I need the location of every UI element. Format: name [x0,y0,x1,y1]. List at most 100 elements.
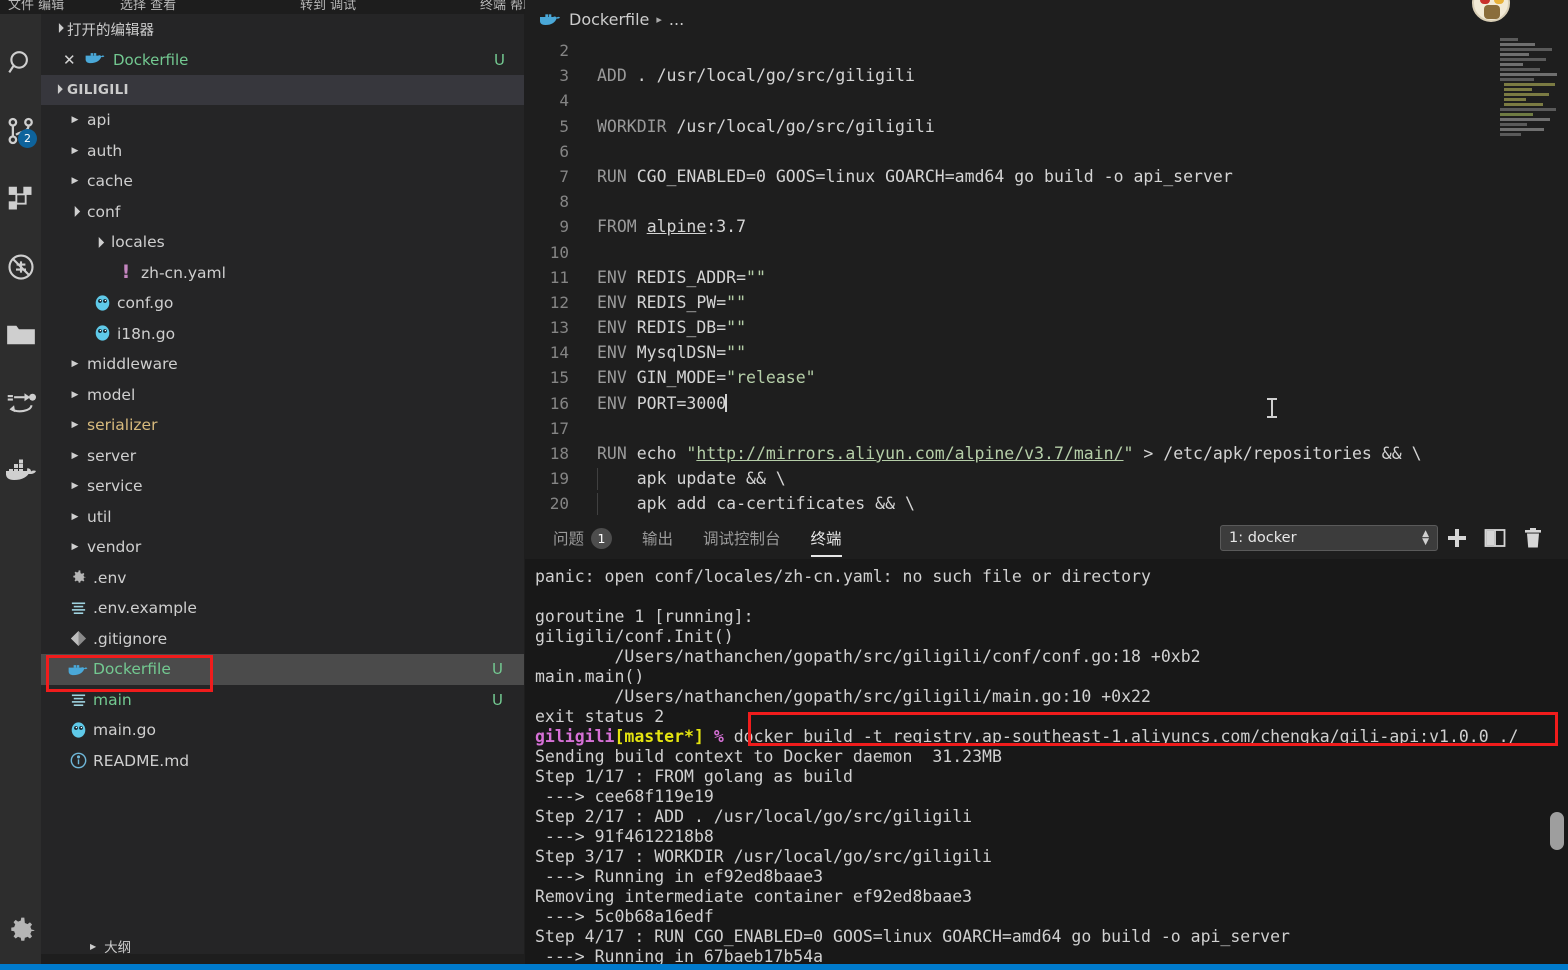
tree-item-vendor[interactable]: ▶ vendor [41,532,525,563]
chevron-right-icon[interactable]: ▶ [65,420,85,430]
minimap-line [1500,133,1521,136]
chevron-right-icon[interactable]: ▶ [65,451,85,461]
add-terminal-icon[interactable] [1438,517,1476,559]
menu-item-0[interactable]: 文件 编辑 [8,0,64,13]
activity-go-test-icon[interactable] [0,378,41,428]
breadcrumb-rest[interactable]: ... [669,10,684,29]
outline-section[interactable]: ▶ 大纲 [82,938,566,954]
code-line[interactable]: 16 ENV PORT=3000 [525,391,1568,416]
tree-item-locales[interactable]: ◢ locales [41,227,525,258]
chevron-right-icon[interactable]: ▶ [65,481,85,491]
code-line[interactable]: 6 [525,139,1568,164]
tree-item-label: util [87,507,112,526]
kill-terminal-icon[interactable] [1514,517,1552,559]
code-line[interactable]: 20 apk add ca-certificates && \ [525,491,1568,516]
tree-item-dockerfile[interactable]: Dockerfile U [41,654,525,685]
code-token: "" [746,267,766,287]
breadcrumb[interactable]: Dockerfile ▸ ... [525,0,1568,38]
code-line[interactable]: 8 [525,189,1568,214]
code-line[interactable]: 10 [525,240,1568,265]
chevron-down-icon[interactable]: ◢ [89,236,109,249]
tree-item-cache[interactable]: ▶ cache [41,166,525,197]
activity-search-icon[interactable] [0,38,41,88]
tree-item-env-example[interactable]: .env.example [41,593,525,624]
tree-item-util[interactable]: ▶ util [41,502,525,533]
tree-item-label: conf [87,202,121,221]
tree-item-label: .gitignore [93,629,168,648]
activity-gear-icon[interactable] [0,906,41,956]
chevron-right-icon[interactable]: ▶ [65,359,85,369]
code-line[interactable]: 4 [525,88,1568,113]
tree-item-middleware[interactable]: ▶ middleware [41,349,525,380]
chevron-down-icon[interactable]: ◢ [65,205,85,218]
tree-item-auth[interactable]: ▶ auth [41,136,525,167]
activity-docker-icon[interactable] [0,446,41,496]
tree-item-service[interactable]: ▶ service [41,471,525,502]
code-line[interactable]: 17 [525,416,1568,441]
code-token: GIN_MODE= [626,368,727,388]
code-line[interactable]: 13 ENV REDIS_DB="" [525,315,1568,340]
tree-item-model[interactable]: ▶ model [41,380,525,411]
activity-source-control-icon[interactable]: 2 [0,106,41,156]
breadcrumb-file[interactable]: Dockerfile [569,10,649,29]
code-token: alpine [646,217,707,237]
terminal-scrollbar[interactable] [1550,812,1564,850]
split-terminal-icon[interactable] [1476,517,1514,559]
activity-extensions-icon[interactable] [0,174,41,224]
tree-item-zh-cn-yaml[interactable]: ! zh-cn.yaml [41,258,525,289]
code-line[interactable]: 2 [525,38,1568,63]
opened-editor-item-dockerfile[interactable]: ✕ Dockerfile U [41,44,525,75]
tree-item-main[interactable]: main U [41,685,525,716]
close-icon[interactable]: ✕ [63,51,85,69]
opened-editor-label: Dockerfile [113,50,189,69]
chevron-right-icon[interactable]: ▶ [65,176,85,186]
tree-item-i18n-go[interactable]: i18n.go [41,319,525,350]
code-line[interactable]: 19 apk update && \ [525,466,1568,491]
code-token: ADD [597,66,627,86]
tree-item-main-go[interactable]: main.go [41,715,525,746]
tree-item-server[interactable]: ▶ server [41,441,525,472]
panel-tab-terminal[interactable]: 终端 [810,517,842,559]
chevron-right-icon[interactable]: ▶ [65,542,85,552]
terminal-selector-dropdown[interactable]: 1: docker ▲ ▼ [1220,525,1438,551]
code-line[interactable]: 18 RUN echo "http://mirrors.aliyun.com/al… [525,441,1568,466]
tree-item-gitignore[interactable]: .gitignore [41,624,525,655]
panel-tab-output[interactable]: 输出 [642,517,673,559]
menu-item-1[interactable]: 选择 查看 [120,0,176,13]
opened-editors-header[interactable]: 打开的编辑器 [41,14,525,44]
chevron-right-icon[interactable]: ▶ [65,512,85,522]
chevron-right-icon[interactable]: ▶ [65,390,85,400]
code-editor[interactable]: 2 3 ADD . /usr/local/go/src/giligili 4 5 WORK… [525,38,1568,517]
chevron-right-icon[interactable]: ▶ [65,146,85,156]
tree-item-api[interactable]: ▶ api [41,105,525,136]
tree-item-env[interactable]: .env [41,563,525,594]
chevron-right-icon[interactable]: ▶ [65,115,85,125]
activity-explorer-folder-icon[interactable] [0,310,41,360]
code-line[interactable]: 5 WORKDIR /usr/local/go/src/giligili [525,114,1568,139]
panel-tab-problems[interactable]: 问题 1 [553,517,613,559]
terminal-token: Step 3/17 : WORKDIR /usr/local/go/src/gi… [535,847,992,866]
code-line[interactable]: 7 RUN CGO_ENABLED=0 GOOS=linux GOARCH=amd… [525,164,1568,189]
tree-item-serializer[interactable]: ▶ serializer [41,410,525,441]
code-line[interactable]: 11 ENV REDIS_ADDR="" [525,265,1568,290]
code-line-text: RUN echo "http://mirrors.aliyun.com/alpi… [587,441,1568,466]
code-line[interactable]: 3 ADD . /usr/local/go/src/giligili [525,63,1568,88]
terminal-output[interactable]: panic: open conf/locales/zh-cn.yaml: no … [525,559,1568,970]
code-line[interactable]: 14 ENV MysqlDSN="" [525,340,1568,365]
code-line[interactable]: 15 ENV GIN_MODE="release" [525,365,1568,390]
tree-item-conf-go[interactable]: conf.go [41,288,525,319]
code-line[interactable]: 12 ENV REDIS_PW="" [525,290,1568,315]
code-line-text: ENV REDIS_PW="" [587,290,1568,315]
activity-debug-icon[interactable] [0,242,41,292]
menu-item-2[interactable]: 转到 调试 [300,0,356,13]
editor-minimap[interactable] [1500,38,1558,138]
project-root-header[interactable]: GILIGILI [41,75,525,105]
tree-item-readme-md[interactable]: README.md [41,746,525,777]
panel-tab-debug-console[interactable]: 调试控制台 [703,517,781,559]
tree-item-conf[interactable]: ◢ conf [41,197,525,228]
status-bar[interactable] [0,964,1568,970]
code-line-text: ENV PORT=3000 [587,391,1568,416]
code-line[interactable]: 9 FROM alpine:3.7 [525,214,1568,239]
